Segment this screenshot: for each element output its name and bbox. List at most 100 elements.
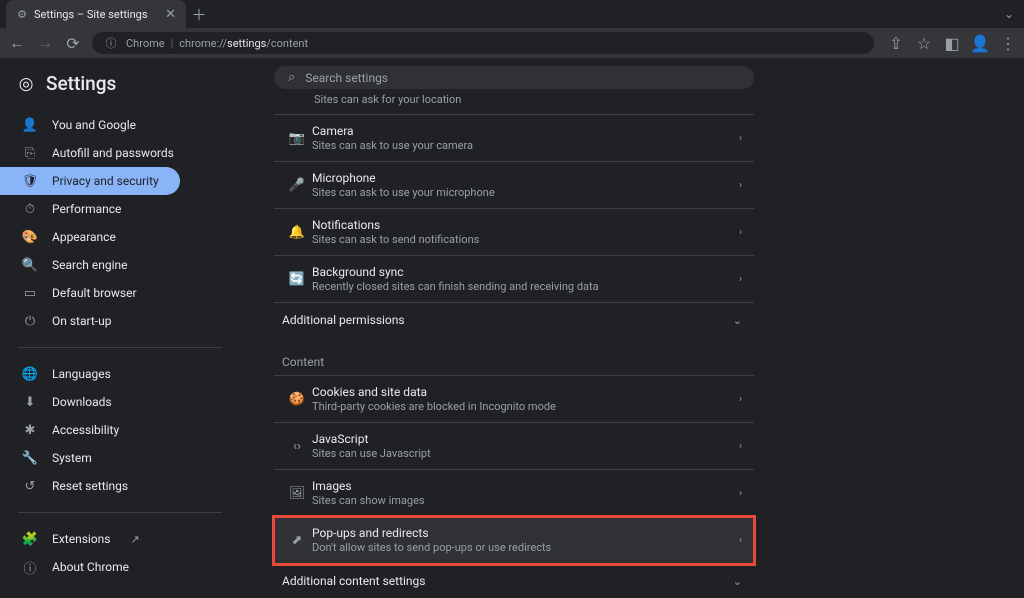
secondary-icon: 🌐 [22, 366, 38, 382]
sidebar-item-languages[interactable]: 🌐 Languages [0, 360, 230, 388]
row-text: NotificationsSites can ask to send notif… [312, 218, 739, 246]
sidebar-item-label: You and Google [52, 118, 136, 132]
sidebar-item-search-engine[interactable]: 🔍Search engine [0, 251, 230, 279]
content-list: 🍪Cookies and site dataThird-party cookie… [274, 375, 754, 564]
row-subtitle: Sites can use Javascript [312, 447, 739, 460]
sidebar-item-privacy-and-security[interactable]: 🛡Privacy and security [0, 167, 180, 195]
row-text: Background syncRecently closed sites can… [312, 265, 739, 293]
content-row-javascript[interactable]: ‹›JavaScriptSites can use Javascript [274, 423, 754, 470]
row-text: JavaScriptSites can use Javascript [312, 432, 739, 460]
row-subtitle: Third-party cookies are blocked in Incog… [312, 400, 739, 413]
sidebar-item-label: Extensions [52, 532, 110, 546]
toolbar-right-icons [888, 35, 1016, 51]
omnibox-prefix: Chrome [126, 37, 165, 50]
settings-main: Sites can ask for your location 📷CameraS… [238, 58, 1024, 598]
chevron-down-icon [733, 314, 742, 327]
permission-icon: 📷 [282, 131, 312, 146]
row-title: Notifications [312, 218, 739, 232]
bookmark-icon[interactable] [916, 35, 932, 51]
sidebar-item-accessibility[interactable]: ✱ Accessibility [0, 416, 230, 444]
additional-permissions-expander[interactable]: Additional permissions [274, 303, 754, 337]
permission-row-camera[interactable]: 📷CameraSites can ask to use your camera [274, 115, 754, 162]
site-info-icon[interactable] [102, 34, 120, 52]
search-input[interactable] [305, 71, 740, 85]
footer-icon: ⓘ [22, 559, 38, 575]
site-settings-panel: Sites can ask for your location 📷CameraS… [274, 93, 754, 598]
sidebar-item-label: Appearance [52, 230, 116, 244]
content-icon: 🖼 [282, 486, 312, 501]
sidebar-item-you-and-google[interactable]: 👤You and Google [0, 111, 230, 139]
sidebar-item-on-start-up[interactable]: ⏻On start-up [0, 307, 230, 335]
menu-icon[interactable] [1000, 35, 1016, 51]
sidebar-item-label: Accessibility [52, 423, 119, 437]
row-title: JavaScript [312, 432, 739, 446]
browser-tab-strip: ⚙ Settings – Site settings [0, 0, 1024, 28]
sidebar-footer-group: 🧩 Extensions ⓘ About Chrome [0, 521, 238, 585]
sidebar-item-appearance[interactable]: 🎨Appearance [0, 223, 230, 251]
sidebar-item-label: Languages [52, 367, 111, 381]
back-button[interactable] [8, 34, 26, 52]
sidebar-item-label: Downloads [52, 395, 112, 409]
sidebar-item-label: Performance [52, 202, 121, 216]
reload-button[interactable] [64, 34, 82, 52]
sidebar-item-system[interactable]: 🔧 System [0, 444, 230, 472]
row-text: ImagesSites can show images [312, 479, 739, 507]
row-subtitle: Don't allow sites to send pop-ups or use… [312, 541, 739, 554]
primary-icon: 🔍 [22, 257, 38, 273]
content-row-pop-ups-and-redirects[interactable]: ⬈Pop-ups and redirectsDon't allow sites … [274, 517, 754, 564]
sidebar-item-extensions[interactable]: 🧩 Extensions [0, 525, 230, 553]
sidebar-item-performance[interactable]: ⏱Performance [0, 195, 230, 223]
chevron-right-icon [739, 488, 742, 499]
secondary-icon: ✱ [22, 422, 38, 438]
permission-row-notifications[interactable]: 🔔NotificationsSites can ask to send noti… [274, 209, 754, 256]
row-title: Images [312, 479, 739, 493]
sidebar-item-label: About Chrome [52, 560, 129, 574]
content-section-label: Content [274, 337, 754, 375]
sidebar-item-label: Reset settings [52, 479, 128, 493]
sidebar-item-autofill-and-passwords[interactable]: ⎘Autofill and passwords [0, 139, 230, 167]
new-tab-button[interactable] [186, 0, 212, 28]
content-icon: ‹› [282, 439, 312, 454]
tab-title: Settings – Site settings [34, 8, 148, 21]
settings-page: ◎ Settings 👤You and Google⎘Autofill and … [0, 58, 1024, 598]
additional-content-expander[interactable]: Additional content settings [274, 564, 754, 598]
browser-tab[interactable]: ⚙ Settings – Site settings [6, 0, 186, 28]
sidebar-item-about-chrome[interactable]: ⓘ About Chrome [0, 553, 230, 581]
app-title: Settings [46, 72, 116, 95]
row-title: Pop-ups and redirects [312, 526, 739, 540]
search-settings[interactable] [274, 66, 754, 89]
content-icon: 🍪 [282, 392, 312, 407]
primary-icon: ▭ [22, 285, 38, 301]
row-subtitle: Sites can ask to use your camera [312, 139, 739, 152]
share-icon[interactable] [888, 35, 904, 51]
sidebar-item-label: System [52, 451, 92, 465]
content-row-images[interactable]: 🖼ImagesSites can show images [274, 470, 754, 517]
content-row-cookies-and-site-data[interactable]: 🍪Cookies and site dataThird-party cookie… [274, 376, 754, 423]
sidebar-item-reset-settings[interactable]: ↺Reset settings [0, 472, 230, 500]
profile-icon[interactable] [972, 35, 988, 51]
row-subtitle: Sites can ask to send notifications [312, 233, 739, 246]
sidebar-secondary-group: 🌐 Languages ⬇Downloads ✱ Accessibility 🔧 Syste… [0, 356, 238, 504]
tab-overflow-button[interactable] [994, 0, 1024, 28]
chevron-down-icon [733, 575, 742, 588]
permission-row-background-sync[interactable]: 🔄Background syncRecently closed sites ca… [274, 256, 754, 303]
sidebar-item-label: Default browser [52, 286, 137, 300]
gear-icon: ⚙ [16, 8, 28, 20]
row-subtitle: Sites can ask to use your microphone [312, 186, 739, 199]
sidebar-item-default-browser[interactable]: ▭ Default browser [0, 279, 230, 307]
permission-row-microphone[interactable]: 🎤MicrophoneSites can ask to use your mic… [274, 162, 754, 209]
chrome-icon: ◎ [16, 74, 36, 94]
expander-label: Additional permissions [282, 313, 405, 327]
row-text: CameraSites can ask to use your camera [312, 124, 739, 152]
chevron-right-icon [739, 535, 742, 546]
footer-icon: 🧩 [22, 531, 38, 547]
sidebar-item-downloads[interactable]: ⬇Downloads [0, 388, 230, 416]
sidebar-item-label: On start-up [52, 314, 111, 328]
row-subtitle: Sites can show images [312, 494, 739, 507]
external-link-icon [130, 533, 139, 546]
secondary-icon: 🔧 [22, 450, 38, 466]
address-bar[interactable]: Chrome | chrome://settings/content [92, 32, 874, 54]
close-icon[interactable] [165, 7, 176, 22]
content-icon: ⬈ [282, 533, 312, 548]
side-panel-icon[interactable] [944, 35, 960, 51]
